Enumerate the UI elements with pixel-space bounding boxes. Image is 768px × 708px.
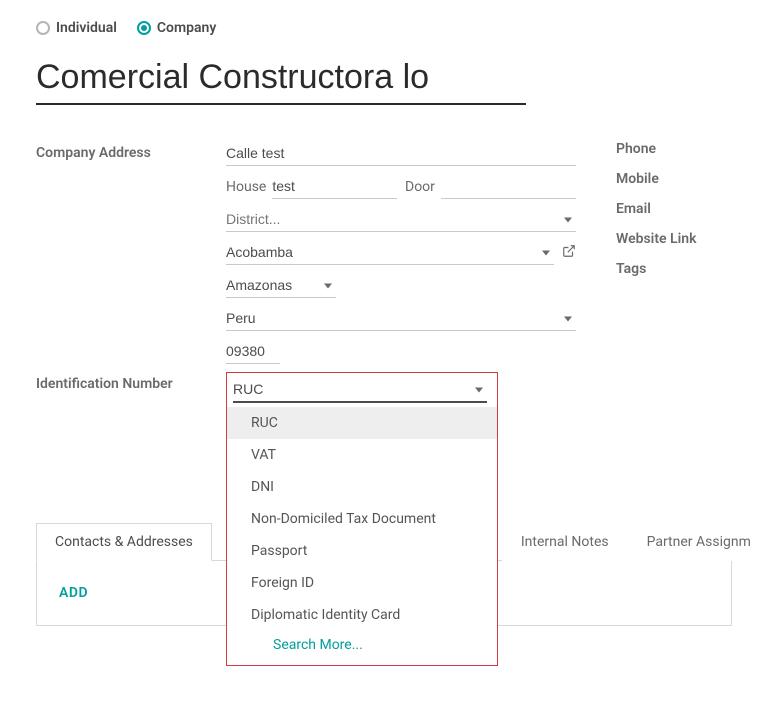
phone-label: Phone (616, 141, 732, 157)
identification-type-dropdown: RUC VAT DNI Non-Domiciled Tax Document P… (226, 407, 498, 666)
dropdown-option-vat[interactable]: VAT (227, 439, 497, 471)
search-more-link[interactable]: Search More... (227, 631, 497, 659)
district-select[interactable] (226, 207, 576, 232)
zip-input[interactable] (226, 339, 280, 364)
door-input[interactable] (441, 174, 576, 199)
tab-partner-assignment[interactable]: Partner Assignm (628, 523, 768, 561)
contact-type-company-label: Company (157, 20, 216, 36)
mobile-label: Mobile (616, 171, 732, 187)
dropdown-option-passport[interactable]: Passport (227, 535, 497, 567)
contact-type-individual[interactable]: Individual (36, 20, 117, 36)
city-select[interactable] (226, 240, 554, 265)
house-label: House (226, 179, 266, 195)
dropdown-option-foreignid[interactable]: Foreign ID (227, 567, 497, 599)
company-name-input[interactable] (36, 54, 526, 105)
tab-contacts-addresses[interactable]: Contacts & Addresses (36, 523, 212, 561)
tags-label: Tags (616, 261, 732, 277)
dropdown-option-ruc[interactable]: RUC (227, 407, 497, 439)
country-select[interactable] (226, 306, 576, 331)
identification-type-box: RUC VAT DNI Non-Domiciled Tax Document P… (226, 372, 498, 412)
radio-icon-selected (137, 21, 151, 35)
state-select[interactable] (226, 273, 336, 298)
external-link-icon[interactable] (562, 244, 576, 262)
company-address-label: Company Address (36, 141, 226, 364)
door-label: Door (405, 179, 435, 195)
identification-number-label: Identification Number (36, 372, 226, 412)
house-input[interactable] (272, 174, 397, 199)
tab-internal-notes[interactable]: Internal Notes (502, 523, 628, 561)
contact-type-individual-label: Individual (56, 20, 117, 36)
dropdown-option-diplomatic[interactable]: Diplomatic Identity Card (227, 599, 497, 631)
dropdown-option-dni[interactable]: DNI (227, 471, 497, 503)
add-button[interactable]: ADD (59, 585, 88, 601)
street-input[interactable] (226, 141, 576, 166)
email-label: Email (616, 201, 732, 217)
dropdown-option-nondomiciled[interactable]: Non-Domiciled Tax Document (227, 503, 497, 535)
radio-icon (36, 21, 50, 35)
website-label: Website Link (616, 231, 732, 247)
contact-type-company[interactable]: Company (137, 20, 216, 36)
identification-type-select[interactable] (233, 377, 487, 403)
